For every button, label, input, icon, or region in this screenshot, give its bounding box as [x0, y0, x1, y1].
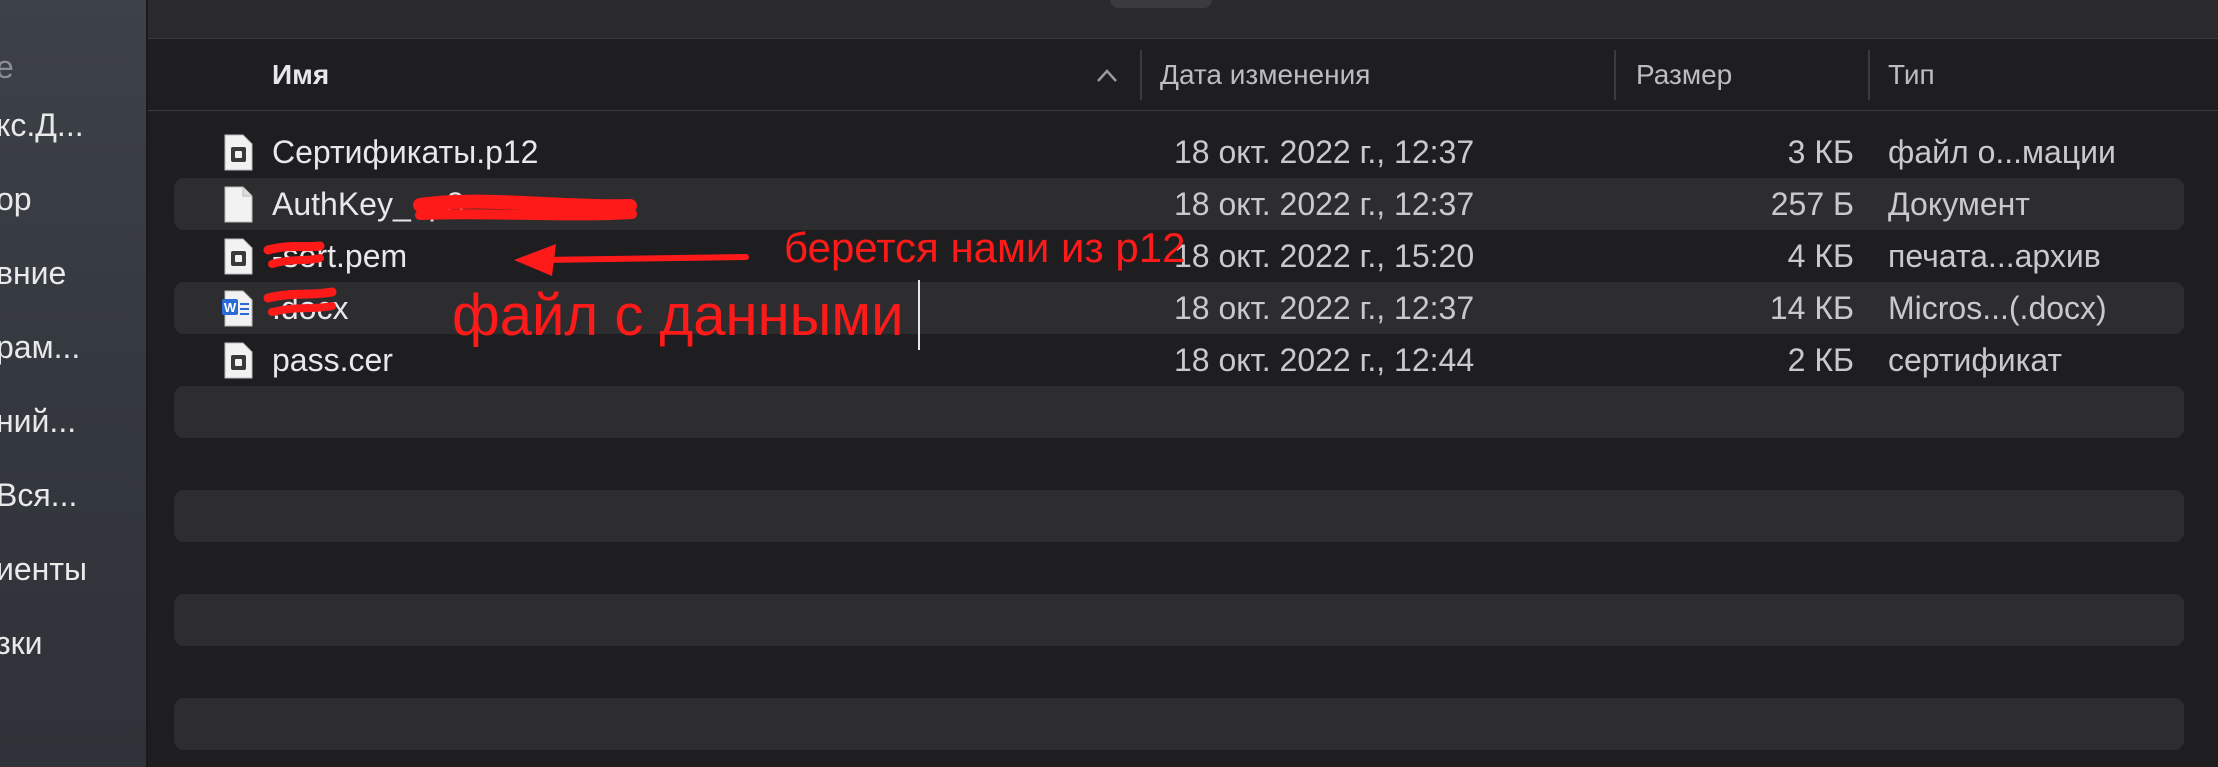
- document-icon: [224, 342, 253, 379]
- column-separator[interactable]: [1614, 50, 1616, 100]
- file-size: 257 Б: [1770, 186, 1854, 222]
- file-date: 18 окт. 2022 г., 12:37: [1174, 290, 1475, 326]
- file-size: 2 КБ: [1787, 342, 1854, 378]
- file-row[interactable]: AuthKey_ .p8 18 окт. 2022 г., 12:37 257 …: [174, 178, 2184, 230]
- file-name: pass.cer: [272, 342, 393, 378]
- file-date: 18 окт. 2022 г., 15:20: [1174, 238, 1475, 274]
- empty-row: [174, 490, 2184, 542]
- file-date: 18 окт. 2022 г., 12:44: [1174, 342, 1475, 378]
- file-type: Документ: [1888, 186, 2030, 222]
- sort-ascending-icon[interactable]: [1096, 66, 1118, 84]
- file-type: файл о...мации: [1888, 134, 2116, 170]
- file-date: 18 окт. 2022 г., 12:37: [1174, 134, 1475, 170]
- file-name: .docx: [272, 290, 349, 326]
- annotation-docx-note: файл с данными: [452, 283, 904, 348]
- sidebar: е кс.Д... ор вние рам... ний... Вся... и…: [0, 0, 148, 767]
- file-name: AuthKey_ .p8: [272, 186, 465, 222]
- column-separator[interactable]: [1868, 50, 1870, 100]
- empty-row: [174, 594, 2184, 646]
- annotation-pem-note: берется нами из p12: [784, 224, 1186, 271]
- file-type: Micros...(.docx): [1888, 290, 2107, 326]
- file-size: 3 КБ: [1787, 134, 1854, 170]
- file-list-pane: Имя Дата изменения Размер Тип Сертификат…: [148, 0, 2218, 767]
- word-document-icon: W: [222, 290, 253, 327]
- scroll-handle[interactable]: [1110, 0, 1212, 8]
- file-name: Сертификаты.p12: [272, 134, 539, 170]
- document-icon: [224, 238, 253, 275]
- toolbar-strip: [148, 0, 2218, 39]
- svg-text:W: W: [224, 300, 237, 315]
- file-date: 18 окт. 2022 г., 12:37: [1174, 186, 1475, 222]
- empty-row: [174, 386, 2184, 438]
- column-size-header[interactable]: Размер: [1636, 40, 1732, 110]
- sidebar-item-5[interactable]: ний...: [0, 396, 146, 446]
- column-type-header[interactable]: Тип: [1888, 40, 1935, 110]
- file-type: сертификат: [1888, 342, 2063, 378]
- sidebar-item-3[interactable]: вние: [0, 248, 146, 298]
- file-name: -sert.pem: [272, 238, 408, 274]
- column-name-header[interactable]: Имя: [272, 40, 329, 110]
- sidebar-item-1[interactable]: кс.Д...: [0, 100, 146, 150]
- file-size: 4 КБ: [1787, 238, 1854, 274]
- sidebar-item-0[interactable]: е: [0, 42, 146, 92]
- document-icon: [224, 134, 253, 171]
- sidebar-item-2[interactable]: ор: [0, 174, 146, 224]
- file-type: печата...архив: [1888, 238, 2101, 274]
- sidebar-item-6[interactable]: Вся...: [0, 470, 146, 520]
- column-separator[interactable]: [1140, 50, 1142, 100]
- text-cursor: [918, 280, 920, 350]
- sidebar-item-7[interactable]: иенты: [0, 544, 146, 594]
- file-row[interactable]: Сертификаты.p12 18 окт. 2022 г., 12:37 3…: [174, 126, 2184, 178]
- sidebar-item-8[interactable]: зки: [0, 618, 146, 668]
- column-date-header[interactable]: Дата изменения: [1160, 40, 1370, 110]
- empty-row: [174, 698, 2184, 750]
- sidebar-item-4[interactable]: рам...: [0, 322, 146, 372]
- blank-document-icon: [224, 186, 253, 223]
- file-size: 14 КБ: [1769, 290, 1854, 326]
- column-header: Имя Дата изменения Размер Тип: [148, 40, 2218, 111]
